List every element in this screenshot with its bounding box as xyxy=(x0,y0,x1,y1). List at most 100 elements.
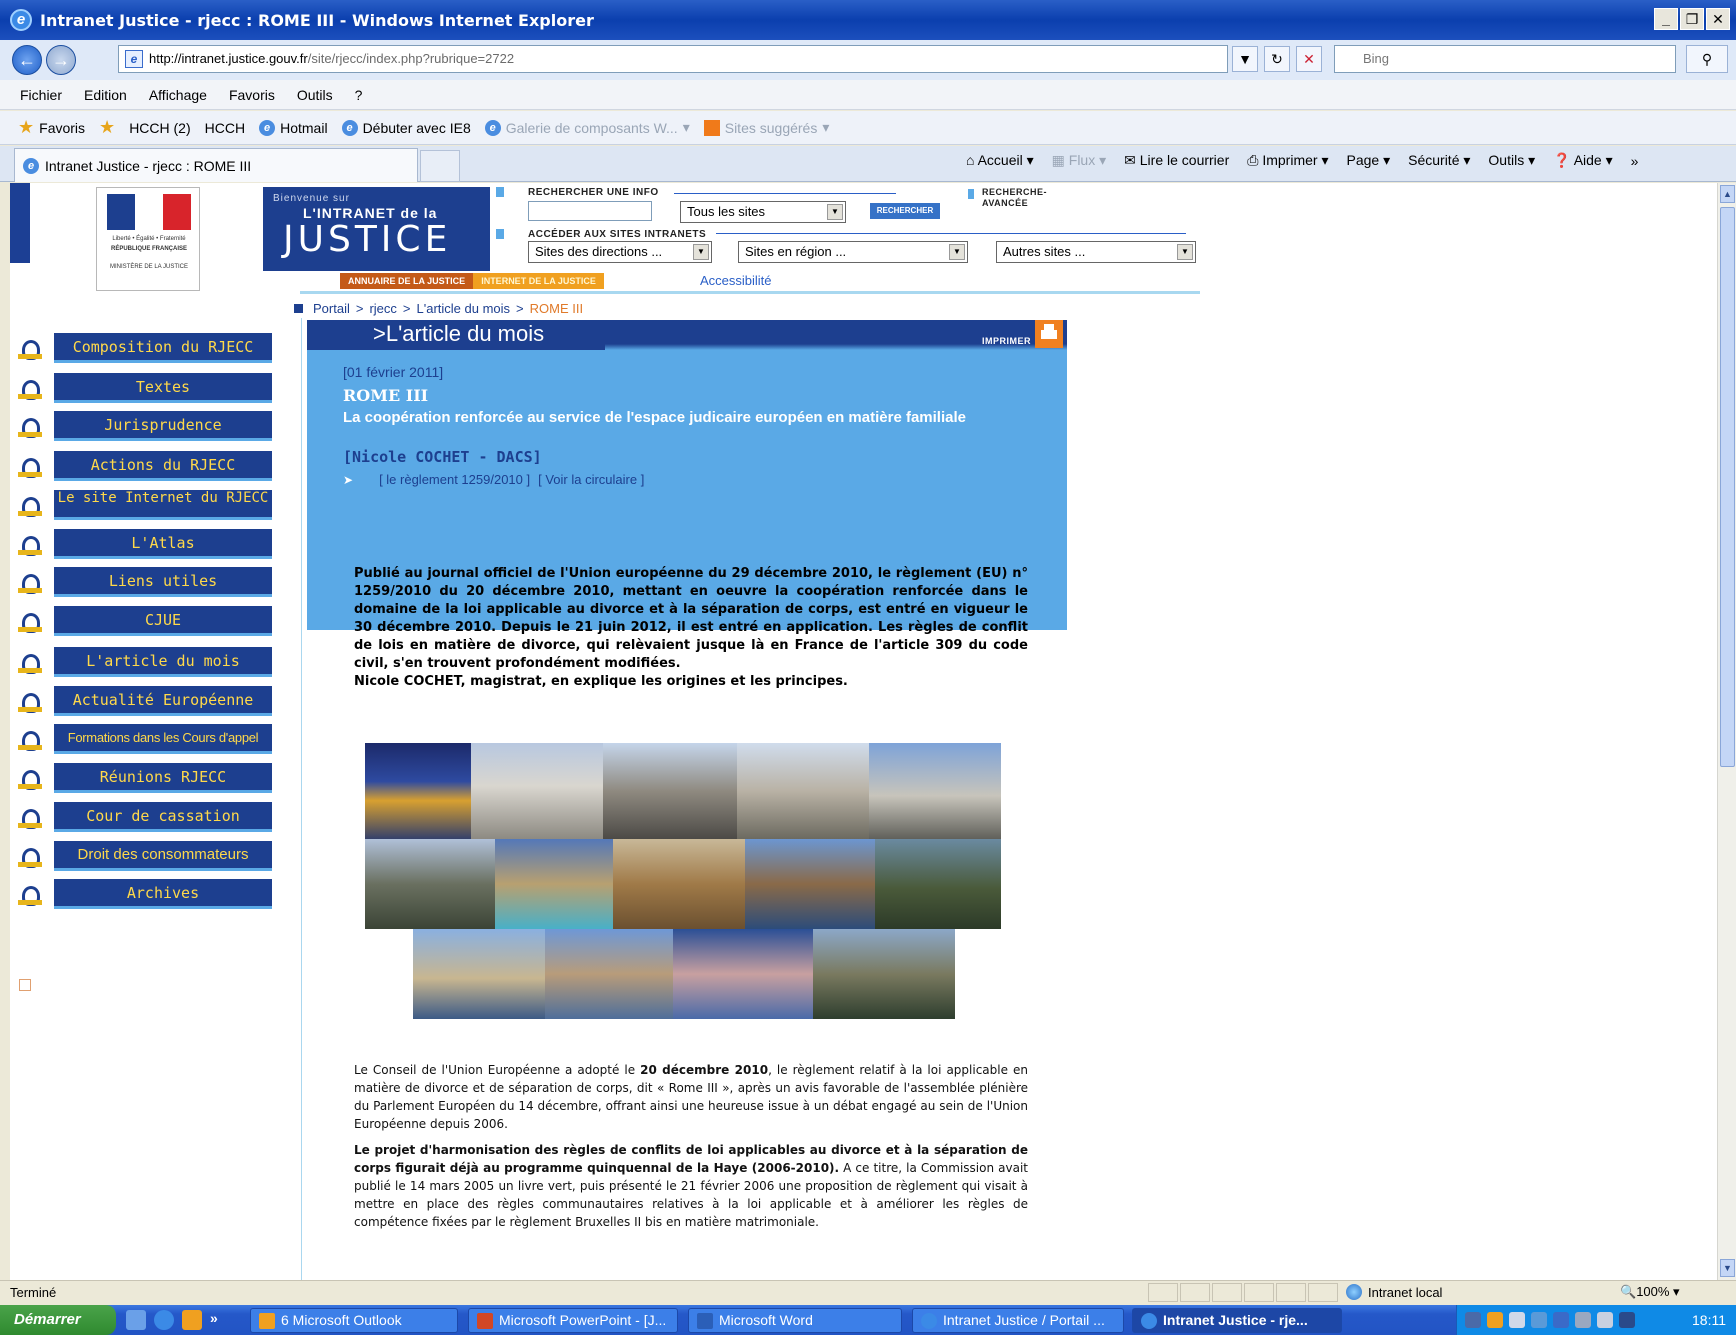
shield-icon[interactable] xyxy=(1575,1312,1591,1328)
scroll-up-arrow-icon[interactable]: ▲ xyxy=(1720,185,1735,203)
reglement-link[interactable]: [ le règlement 1259/2010 ] xyxy=(379,472,530,487)
fav-sites-suggeres[interactable]: Sites suggérés ▾ xyxy=(703,119,829,136)
menu-outils[interactable]: Outils xyxy=(297,87,333,103)
sidebar-item[interactable]: Cour de cassation xyxy=(16,802,272,836)
task-word[interactable]: Microsoft Word xyxy=(688,1308,902,1333)
messenger-icon[interactable] xyxy=(1531,1312,1547,1328)
scroll-thumb[interactable] xyxy=(1720,207,1735,767)
sidebar-item[interactable]: Réunions RJECC xyxy=(16,763,272,797)
sidebar-item-label[interactable]: L'Atlas xyxy=(54,529,272,559)
sidebar-item-label[interactable]: Le site Internet du RJECC xyxy=(54,490,272,520)
fav-hotmail[interactable]: e Hotmail xyxy=(259,119,328,136)
menu-affichage[interactable]: Affichage xyxy=(149,87,207,103)
network-icon[interactable] xyxy=(1465,1312,1481,1328)
fav-debuter-ie8[interactable]: e Débuter avec IE8 xyxy=(341,119,471,136)
sidebar-item[interactable]: Liens utiles xyxy=(16,567,272,601)
sidebar-item[interactable]: Le site Internet du RJECC xyxy=(16,490,272,524)
task-outlook[interactable]: 6 Microsoft Outlook xyxy=(250,1308,458,1333)
printer-icon[interactable] xyxy=(1035,320,1063,348)
annuaire-link[interactable]: ANNUAIRE DE LA JUSTICE xyxy=(340,273,474,289)
sidebar-item-label[interactable]: Droit des consommateurs xyxy=(54,841,272,871)
sidebar-item[interactable]: CJUE xyxy=(16,606,272,640)
sidebar-item[interactable]: Formations dans les Cours d'appel xyxy=(16,724,272,758)
scroll-down-arrow-icon[interactable]: ▼ xyxy=(1720,1259,1735,1277)
circulaire-link[interactable]: [ Voir la circulaire ] xyxy=(538,472,644,487)
sidebar-item[interactable]: L'Atlas xyxy=(16,529,272,563)
forward-button[interactable]: → xyxy=(46,45,76,75)
cmd-imprimer[interactable]: ⎙ Imprimer ▾ xyxy=(1247,152,1328,169)
menu-favoris[interactable]: Favoris xyxy=(229,87,275,103)
site-search-input[interactable] xyxy=(528,201,652,221)
close-button[interactable]: ✕ xyxy=(1706,8,1730,30)
task-ie-rjecc[interactable]: Intranet Justice - rje... xyxy=(1132,1308,1342,1333)
menu-fichier[interactable]: Fichier xyxy=(20,87,62,103)
search-tray-icon[interactable] xyxy=(1509,1312,1525,1328)
restore-button[interactable]: ❐ xyxy=(1680,8,1704,30)
display-icon[interactable] xyxy=(1619,1312,1635,1328)
fav-hcch[interactable]: HCCH xyxy=(205,120,245,136)
url-input[interactable]: e http://intranet.justice.gouv.fr/site/r… xyxy=(118,45,1228,73)
stop-icon[interactable]: ✕ xyxy=(1296,46,1322,72)
outlook-tray-icon[interactable] xyxy=(1487,1312,1503,1328)
dropdown-icon[interactable]: ▼ xyxy=(1232,46,1258,72)
search-input[interactable]: Bing xyxy=(1334,45,1676,73)
sidebar-item-label[interactable]: Archives xyxy=(54,879,272,909)
menu-edition[interactable]: Edition xyxy=(84,87,127,103)
fav-galerie[interactable]: e Galerie de composants W... ▾ xyxy=(484,119,690,136)
breadcrumb-portail[interactable]: Portail xyxy=(313,301,350,316)
back-button[interactable]: ← xyxy=(12,45,42,75)
sidebar-item-label[interactable]: CJUE xyxy=(54,606,272,636)
search-scope-select[interactable]: Tous les sites ▼ xyxy=(680,201,846,223)
sites-region-select[interactable]: Sites en région ... ▼ xyxy=(738,241,968,263)
print-link[interactable]: IMPRIMER xyxy=(982,336,1031,346)
internet-link[interactable]: INTERNET DE LA JUSTICE xyxy=(473,273,604,289)
minimize-button[interactable]: _ xyxy=(1654,8,1678,30)
ie-icon[interactable] xyxy=(154,1310,174,1330)
sidebar-item[interactable]: Droit des consommateurs xyxy=(16,841,272,875)
security-zone[interactable]: Intranet local xyxy=(1346,1284,1442,1300)
favorites-button[interactable]: ★ Favoris xyxy=(18,117,85,138)
sites-directions-select[interactable]: Sites des directions ... ▼ xyxy=(528,241,712,263)
chevron-more-icon[interactable]: » xyxy=(210,1310,218,1330)
add-favorite-icon[interactable]: ★ xyxy=(99,117,115,138)
new-tab-button[interactable] xyxy=(420,150,460,182)
accessibility-link[interactable]: Accessibilité xyxy=(700,273,772,288)
sidebar-item[interactable]: L'article du mois xyxy=(16,647,272,681)
cmd-accueil[interactable]: ⌂ Accueil ▾ xyxy=(966,152,1034,169)
search-go-button[interactable]: ⚲ xyxy=(1686,45,1728,73)
breadcrumb-rjecc[interactable]: rjecc xyxy=(369,301,396,316)
justice-banner[interactable]: Bienvenue sur L'INTRANET de la JUSTICE xyxy=(263,187,490,271)
sidebar-item-label[interactable]: Réunions RJECC xyxy=(54,763,272,793)
cmd-page[interactable]: Page ▾ xyxy=(1347,152,1391,169)
vertical-scrollbar[interactable]: ▲ ▼ xyxy=(1717,183,1736,1280)
outlook-icon[interactable] xyxy=(182,1310,202,1330)
tab-current[interactable]: e Intranet Justice - rjecc : ROME III xyxy=(14,148,418,182)
sidebar-item[interactable]: Actions du RJECC xyxy=(16,451,272,485)
sidebar-item[interactable]: Jurisprudence xyxy=(16,411,272,445)
volume-icon[interactable] xyxy=(1597,1312,1613,1328)
cmd-securite[interactable]: Sécurité ▾ xyxy=(1408,152,1470,169)
sidebar-item-label[interactable]: Cour de cassation xyxy=(54,802,272,832)
sidebar-item-label[interactable]: L'article du mois xyxy=(54,647,272,677)
task-powerpoint[interactable]: Microsoft PowerPoint - [J... xyxy=(468,1308,678,1333)
refresh-icon[interactable]: ↻ xyxy=(1264,46,1290,72)
search-submit-button[interactable]: RECHERCHER xyxy=(870,203,940,219)
other-sites-select[interactable]: Autres sites ... ▼ xyxy=(996,241,1196,263)
sidebar-item[interactable]: Textes xyxy=(16,373,272,407)
sidebar-item-label[interactable]: Jurisprudence xyxy=(54,411,272,441)
start-button[interactable]: Démarrer xyxy=(0,1305,116,1335)
sidebar-item-label[interactable]: Actualité Européenne xyxy=(54,686,272,716)
sidebar-item-label[interactable]: Formations dans les Cours d'appel xyxy=(54,724,272,754)
advanced-search-link[interactable]: RECHERCHE- AVANCÉE xyxy=(982,187,1062,209)
task-ie-portail[interactable]: Intranet Justice / Portail ... xyxy=(912,1308,1124,1333)
sidebar-item[interactable]: Archives xyxy=(16,879,272,913)
sidebar-item-label[interactable]: Liens utiles xyxy=(54,567,272,597)
cmd-outils[interactable]: Outils ▾ xyxy=(1488,152,1535,169)
zoom-level[interactable]: 🔍100% ▾ xyxy=(1620,1284,1680,1300)
cmd-flux[interactable]: ▦ Flux ▾ xyxy=(1052,152,1107,169)
breadcrumb-article[interactable]: L'article du mois xyxy=(417,301,511,316)
sidebar-item-label[interactable]: Composition du RJECC xyxy=(54,333,272,363)
sidebar-item-label[interactable]: Actions du RJECC xyxy=(54,451,272,481)
sync-icon[interactable] xyxy=(1553,1312,1569,1328)
fav-hcch2[interactable]: HCCH (2) xyxy=(129,120,190,136)
